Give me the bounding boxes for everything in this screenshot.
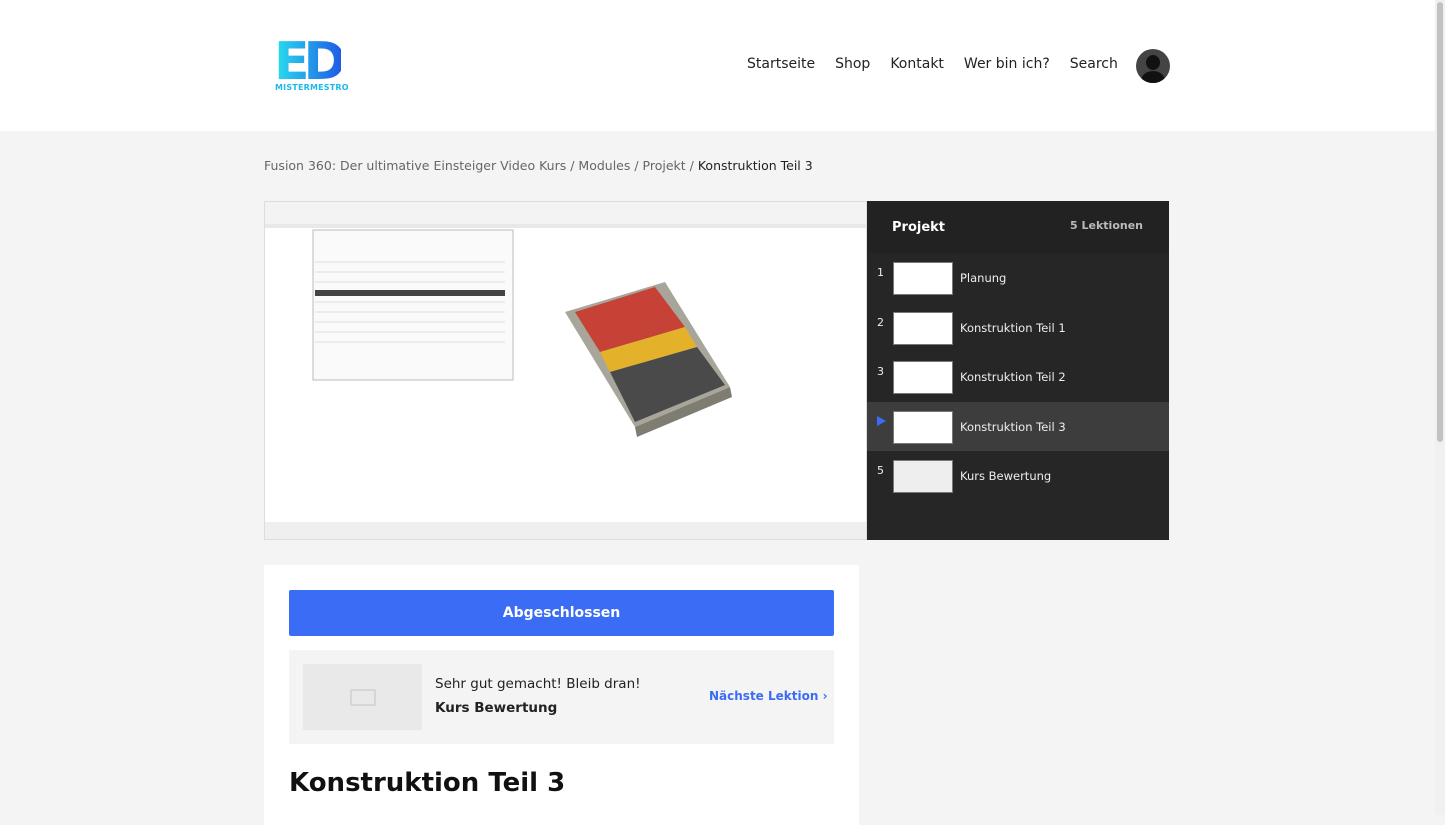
lesson-content: Abgeschlossen Sehr gut gemacht! Bleib dr… bbox=[264, 565, 859, 825]
breadcrumb-projekt[interactable]: Projekt bbox=[643, 158, 686, 173]
play-icon bbox=[877, 415, 886, 426]
main-nav: Startseite Shop Kontakt Wer bin ich? Sea… bbox=[747, 56, 1118, 72]
next-lesson-label: Nächste Lektion bbox=[709, 689, 819, 703]
video-player[interactable] bbox=[264, 201, 867, 540]
lesson-label: Kurs Bewertung bbox=[960, 469, 1052, 484]
lesson-list: Projekt 5 Lektionen 1 Planung 2 Konstruktio… bbox=[867, 201, 1169, 540]
lesson-number: 5 bbox=[877, 464, 884, 478]
page-title: Konstruktion Teil 3 bbox=[289, 768, 566, 798]
complete-button[interactable]: Abgeschlossen bbox=[289, 590, 834, 636]
lesson-label: Planung bbox=[960, 271, 1007, 285]
lesson-item[interactable]: 1 Planung bbox=[867, 253, 1169, 303]
nav-startseite[interactable]: Startseite bbox=[747, 56, 815, 72]
lesson-thumbnail bbox=[893, 460, 953, 494]
breadcrumb-current: Konstruktion Teil 3 bbox=[697, 158, 813, 173]
lesson-count: 5 Lektionen bbox=[1070, 219, 1143, 232]
lesson-item[interactable]: 3 Konstruktion Teil 2 bbox=[867, 352, 1169, 402]
nav-shop[interactable]: Shop bbox=[835, 56, 870, 72]
lesson-label: Konstruktion Teil 1 bbox=[960, 320, 1066, 335]
logo-text: MISTERMESTRO bbox=[275, 83, 349, 92]
image-placeholder-icon bbox=[303, 664, 422, 730]
next-lesson-box: Sehr gut gemacht! Bleib dran! Kurs Bewer… bbox=[289, 650, 834, 744]
breadcrumb-course[interactable]: Fusion 360: Der ultimative Einsteiger Vi… bbox=[264, 158, 566, 173]
video-frame bbox=[265, 202, 866, 539]
module-title: Projekt bbox=[892, 220, 946, 235]
site-header: ED MISTERMESTRO Startseite Shop Kontakt W… bbox=[0, 0, 1435, 131]
chevron-right-icon: › bbox=[822, 689, 828, 703]
lesson-item-active[interactable]: Konstruktion Teil 3 bbox=[867, 401, 1169, 452]
lesson-thumbnail bbox=[893, 410, 953, 444]
lesson-number: 1 bbox=[877, 266, 884, 279]
lesson-thumbnail bbox=[893, 311, 953, 345]
next-message: Sehr gut gemacht! Bleib dran! bbox=[435, 676, 641, 692]
lesson-label: Konstruktion Teil 2 bbox=[960, 370, 1066, 385]
lesson-item[interactable]: 5 Kurs Bewertung bbox=[867, 451, 1169, 501]
breadcrumb-modules[interactable]: Modules bbox=[578, 158, 630, 173]
nav-kontakt[interactable]: Kontakt bbox=[890, 56, 944, 72]
lesson-thumbnail bbox=[893, 262, 953, 295]
lesson-number: 3 bbox=[877, 365, 884, 379]
lesson-number: 2 bbox=[877, 315, 884, 329]
next-lesson-title: Kurs Bewertung bbox=[435, 700, 558, 716]
nav-search[interactable]: Search bbox=[1070, 56, 1118, 72]
user-avatar[interactable] bbox=[1136, 49, 1170, 83]
logo[interactable]: ED MISTERMESTRO bbox=[274, 32, 349, 94]
lesson-thumbnail bbox=[893, 361, 953, 395]
breadcrumb: Fusion 360: Der ultimative Einsteiger Vi… bbox=[264, 158, 813, 173]
lesson-item[interactable]: 2 Konstruktion Teil 1 bbox=[867, 303, 1169, 353]
next-lesson-link[interactable]: Nächste Lektion › bbox=[709, 689, 828, 703]
scrollbar[interactable] bbox=[1435, 0, 1445, 815]
lesson-label: Konstruktion Teil 3 bbox=[960, 419, 1066, 434]
nav-about[interactable]: Wer bin ich? bbox=[964, 56, 1050, 72]
